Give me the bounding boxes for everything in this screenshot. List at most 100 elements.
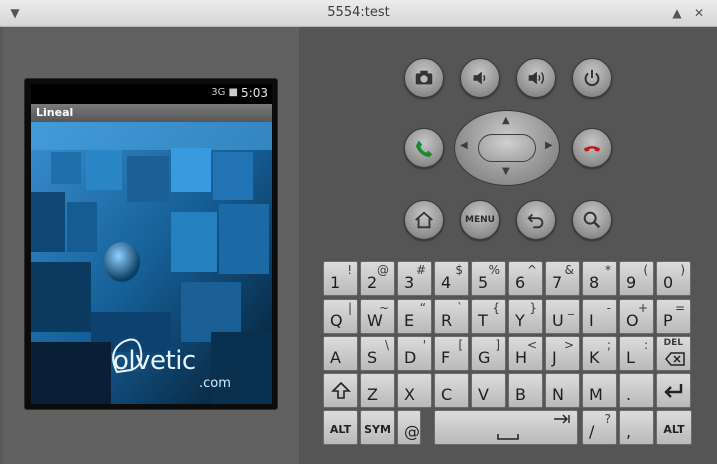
signal-battery-icons: 3G ■ [211,87,238,98]
alt-key-left[interactable]: ALT [323,410,358,445]
back-icon [527,213,544,229]
dpad-left-icon[interactable]: ◀ [460,140,468,151]
key-r[interactable]: R ` [434,299,469,334]
power-button[interactable] [572,58,612,98]
key-b[interactable]: B [508,373,543,408]
key-l[interactable]: L: [619,336,654,371]
key-c[interactable]: C [434,373,469,408]
key-n[interactable]: N [545,373,580,408]
volume-up-icon [528,71,545,85]
key-8[interactable]: 8 * [582,261,617,296]
key-o[interactable]: O + [619,299,654,334]
device-screen: 3G ■ 5:03 Lineal olvetic .com [24,78,278,410]
key-q-label: Q [330,311,343,330]
dpad-down-icon[interactable]: ▼ [502,166,510,177]
key-m[interactable]: M [582,373,617,408]
camera-button[interactable] [404,58,444,98]
key-1[interactable]: 1! [323,261,358,296]
key-at-label: @ [404,422,420,441]
search-button[interactable] [572,200,612,240]
key-m-label: M [589,385,603,404]
key-a-label: A [330,348,341,367]
key-y-label: Y [515,311,525,330]
key-l-alt-label: : [643,338,648,352]
key-j-label: J [552,348,557,367]
key-o-label: O [626,311,639,330]
key-t[interactable]: T{ [471,299,506,334]
key-i[interactable]: I- [582,299,617,334]
key-period[interactable]: . [619,373,654,408]
key-7[interactable]: 7 & [545,261,580,296]
delete-key[interactable]: DEL [656,336,691,371]
key-d-label: D [404,348,417,367]
menu-button[interactable]: MENU [460,200,500,240]
volume-up-button[interactable] [516,58,556,98]
key-x[interactable]: X [397,373,432,408]
key-1-label: 1 [330,273,341,292]
app-title-bar: Lineal [31,104,272,122]
key-p[interactable]: P = [656,299,691,334]
key-4-alt-label: $ [455,263,463,277]
key-6-label: 6 [515,273,526,292]
key-w-alt-label: ~ [378,301,389,315]
wallpaper-image: olvetic .com [31,122,272,404]
key-slash[interactable]: /? [582,410,617,445]
key-y-alt-label: } [529,301,537,315]
key-q[interactable]: Q | [323,299,358,334]
dpad-up-icon[interactable]: ▲ [502,115,510,126]
sym-key[interactable]: SYM [360,410,395,445]
key-2[interactable]: 2 @ [360,261,395,296]
minimize-icon[interactable]: ▲ [668,4,686,22]
key-e[interactable]: E “ [397,299,432,334]
key-2-alt-label: @ [377,263,389,277]
key-s-alt-label: \ [384,338,389,352]
key-d-alt-label: ' [422,338,426,352]
key-h-alt-label: < [526,338,537,352]
key-9[interactable]: 9( [619,261,654,296]
key-u[interactable]: U _ [545,299,580,334]
key-s[interactable]: S \ [360,336,395,371]
key-j[interactable]: J > [545,336,580,371]
call-button[interactable] [404,128,444,168]
key-a[interactable]: A [323,336,358,371]
tab-arrow-icon [554,414,570,424]
volume-down-button[interactable] [460,58,500,98]
enter-key[interactable] [656,373,691,408]
dpad-center-button[interactable] [478,134,536,162]
key-at[interactable]: @ [397,410,421,445]
key-v[interactable]: V [471,373,506,408]
home-icon [415,211,433,229]
key-comma-label: , [626,422,632,441]
alt-key-right[interactable]: ALT [656,410,692,445]
key-3[interactable]: 3 # [397,261,432,296]
key-k-alt-label: ; [606,338,611,352]
space-icon [497,434,519,440]
key-w[interactable]: W ~ [360,299,395,334]
key-6[interactable]: 6 ^ [508,261,543,296]
shift-key[interactable] [323,373,358,408]
close-icon[interactable]: ✕ [690,4,708,22]
key-0[interactable]: 0) [656,261,691,296]
key-j-alt-label: > [563,338,574,352]
key-l-label: L [626,348,635,367]
key-z[interactable]: Z [360,373,395,408]
phone-call-icon [415,140,433,158]
key-3-label: 3 [404,273,415,292]
key-comma[interactable]: , [619,410,654,445]
key-4[interactable]: 4 $ [434,261,469,296]
home-button[interactable] [404,200,444,240]
title-bar: ▼ 5554:test ▲ ✕ [0,0,717,27]
key-h[interactable]: H < [508,336,543,371]
key-g[interactable]: G] [471,336,506,371]
end-call-button[interactable] [572,128,612,168]
key-f[interactable]: F[ [434,336,469,371]
back-button[interactable] [516,200,556,240]
emulator-window: ▼ 5554:test ▲ ✕ 3G ■ 5:03 Lineal olvetic… [0,0,717,464]
key-period-label: . [626,385,632,404]
key-k[interactable]: K; [582,336,617,371]
dpad-right-icon[interactable]: ▶ [545,140,553,151]
key-5[interactable]: 5% [471,261,506,296]
space-key[interactable] [434,410,578,445]
key-y[interactable]: Y} [508,299,543,334]
key-d[interactable]: D ' [397,336,432,371]
